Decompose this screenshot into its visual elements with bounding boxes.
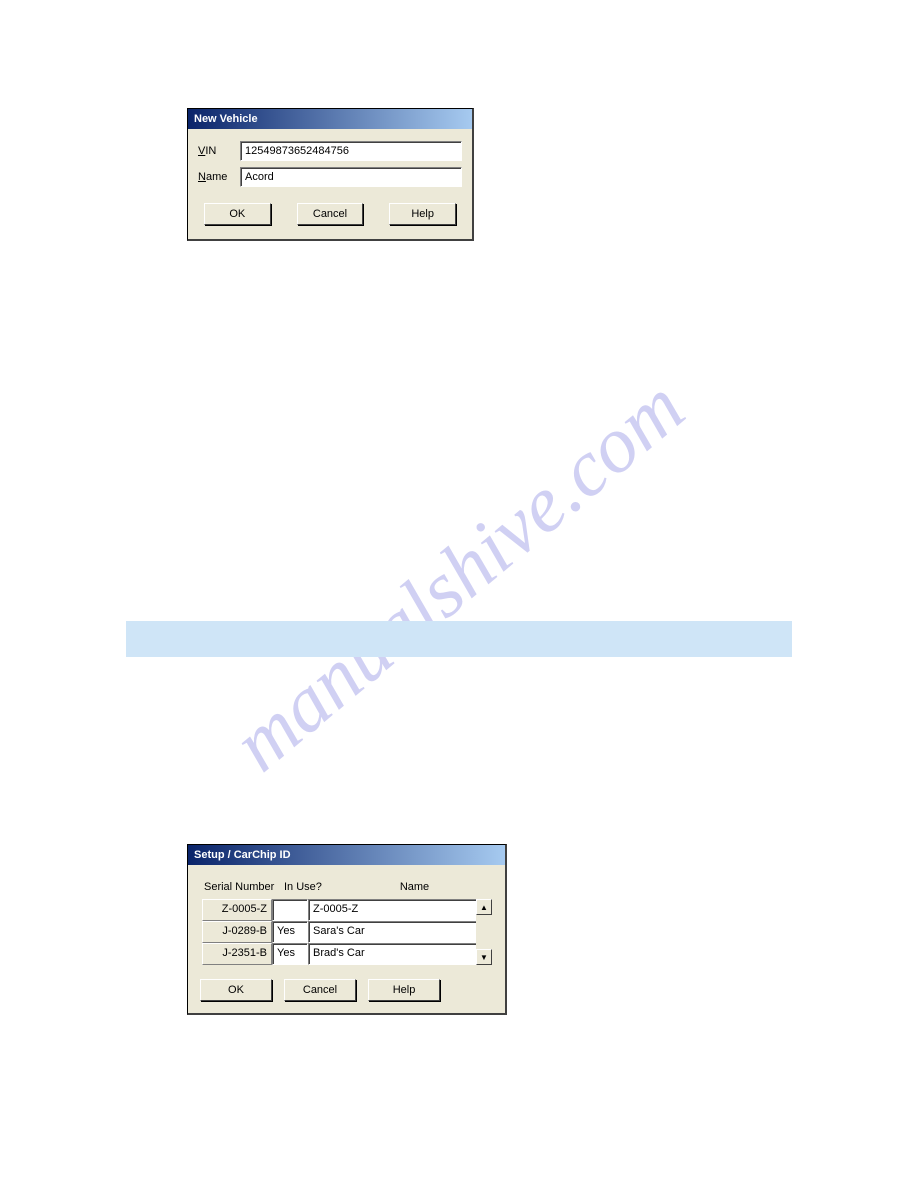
button-row: OK Cancel Help [198,193,462,229]
setup-carchip-dialog: Setup / CarChip ID Serial Number In Use?… [187,844,507,1015]
watermark-text: manualshive.com [216,362,702,790]
name-label-rest: ame [206,171,227,183]
header-serial: Serial Number [204,881,284,893]
button-row: OK Cancel Help [198,971,495,1003]
cell-inuse[interactable]: Yes [272,921,308,943]
name-accel: N [198,171,206,183]
cell-serial: Z-0005-Z [202,899,272,921]
dialog-titlebar: New Vehicle [188,109,472,129]
name-input[interactable] [240,167,462,187]
chevron-up-icon: ▲ [480,903,488,912]
vin-row: VIN [198,141,462,161]
header-inuse: In Use? [284,881,340,893]
help-button[interactable]: Help [368,979,440,1001]
section-divider-bar [126,621,792,657]
cell-inuse[interactable] [272,899,308,921]
scroll-down-button[interactable]: ▼ [476,949,492,965]
dialog-titlebar: Setup / CarChip ID [188,845,505,865]
vin-input[interactable] [240,141,462,161]
cell-name[interactable]: Sara's Car [308,921,491,943]
cancel-button[interactable]: Cancel [284,979,356,1001]
ok-button[interactable]: OK [200,979,272,1001]
name-row: Name [198,167,462,187]
scroll-up-button[interactable]: ▲ [476,899,492,915]
carchip-grid: Z-0005-Z Z-0005-Z J-0289-B Yes Sara's Ca… [202,899,491,965]
vin-label-rest: IN [205,145,216,157]
dialog-title: New Vehicle [194,113,258,125]
grid-scrollbar: ▲ ▼ [476,899,492,965]
new-vehicle-dialog: New Vehicle VIN Name OK Cancel Help [187,108,474,241]
dialog-title: Setup / CarChip ID [194,849,291,861]
cell-name[interactable]: Brad's Car [308,943,491,965]
chevron-down-icon: ▼ [480,953,488,962]
cell-inuse[interactable]: Yes [272,943,308,965]
cell-serial: J-0289-B [202,921,272,943]
dialog-body: VIN Name OK Cancel Help [188,129,472,239]
cell-name[interactable]: Z-0005-Z [308,899,491,921]
cell-serial: J-2351-B [202,943,272,965]
table-row: Z-0005-Z Z-0005-Z [202,899,491,921]
header-name: Name [340,881,489,893]
name-label: Name [198,171,240,183]
cancel-button[interactable]: Cancel [297,203,364,225]
dialog-body: Serial Number In Use? Name Z-0005-Z Z-00… [188,865,505,1013]
ok-button[interactable]: OK [204,203,271,225]
table-row: J-2351-B Yes Brad's Car [202,943,491,965]
vin-label: VIN [198,145,240,157]
table-row: J-0289-B Yes Sara's Car [202,921,491,943]
help-button[interactable]: Help [389,203,456,225]
table-header-row: Serial Number In Use? Name [198,877,495,899]
